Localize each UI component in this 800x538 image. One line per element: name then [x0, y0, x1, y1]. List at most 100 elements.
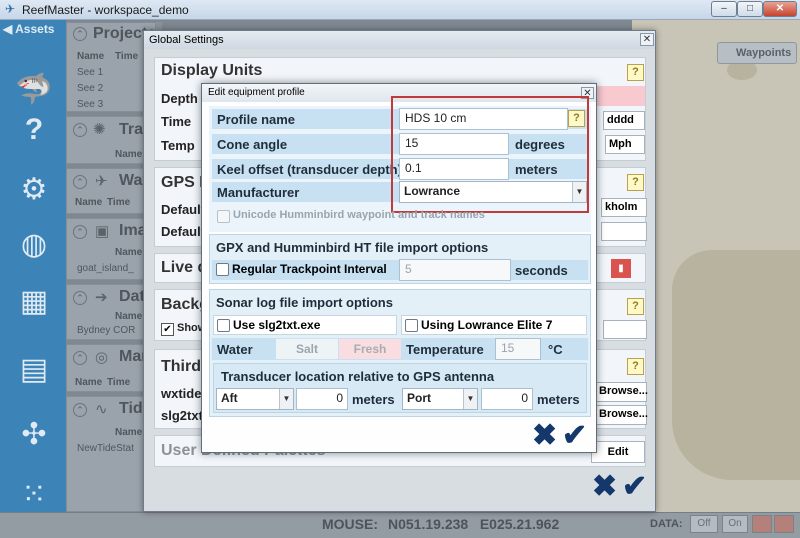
sl2txt-checkbox[interactable] — [217, 319, 230, 332]
side-distance-input[interactable]: 0 — [481, 388, 533, 410]
side-select[interactable]: Port ▼ — [402, 388, 478, 410]
collapse-icon[interactable]: ⌃ — [73, 403, 87, 417]
collapse-icon[interactable]: ⌃ — [73, 351, 87, 365]
default-select-2[interactable] — [601, 222, 647, 241]
temp-label: Temp — [161, 138, 195, 153]
sl2txt-label: Use slg2txt.exe — [233, 318, 321, 332]
dots-circle-icon[interactable]: ⁙ — [14, 475, 54, 515]
sonar-section-title: Sonar log file import options — [216, 295, 393, 310]
salt-button[interactable]: Salt — [276, 339, 338, 359]
gear-icon[interactable]: ⚙ — [14, 170, 54, 210]
data-col-name: Name — [115, 311, 143, 322]
tides-col-name: Name — [115, 427, 143, 438]
record-button[interactable] — [752, 515, 772, 533]
sl2txt-option[interactable]: Use slg2txt.exe — [213, 315, 397, 335]
projects-col-time: Time — [115, 51, 139, 62]
maximize-button[interactable]: □ — [737, 1, 763, 17]
lowrance-elite-option[interactable]: Using Lowrance Elite 7 — [401, 315, 587, 335]
time-format-field[interactable]: dddd — [603, 111, 645, 130]
tides-row[interactable]: NewTideStat — [77, 443, 134, 454]
show-checkbox[interactable]: ✔ — [161, 323, 174, 336]
gps-help-button[interactable]: ? — [627, 174, 644, 191]
temperature-input[interactable]: 15 — [495, 338, 541, 360]
third-party-help-button[interactable]: ? — [627, 358, 644, 375]
fore-aft-value: Aft — [221, 391, 238, 405]
images-col-name: Name — [115, 247, 143, 258]
projects-row[interactable]: See 3 — [77, 99, 103, 110]
marks-col-name: Name — [75, 377, 103, 388]
cone-angle-label: Cone angle — [217, 137, 288, 152]
display-units-title: Display Units — [161, 62, 263, 79]
folder-icon[interactable]: ▤ — [14, 350, 54, 390]
mouse-coordinates: N051.19.238 E025.21.962 — [388, 516, 560, 532]
highlight-box — [391, 96, 589, 213]
assets-tab[interactable]: ◀ Assets — [3, 22, 54, 36]
transducer-section-title: Transducer location relative to GPS ante… — [221, 369, 495, 384]
data-row[interactable]: Bydney COR — [77, 325, 135, 336]
waypoints-col-name: Name — [75, 197, 103, 208]
dialog-title: Edit equipment profile — [208, 87, 305, 98]
lowrance-elite-checkbox[interactable] — [405, 319, 418, 332]
display-units-help-button[interactable]: ? — [627, 64, 644, 81]
data-off-button[interactable]: Off — [690, 515, 718, 533]
collapse-icon[interactable]: ⌃ — [73, 175, 87, 189]
fresh-button[interactable]: Fresh — [339, 339, 401, 359]
timezone-select[interactable]: kholm — [601, 198, 647, 217]
live-data-toggle[interactable]: ▮ — [611, 259, 631, 278]
assets-tab-label: Assets — [15, 22, 55, 36]
waypoint-pin-icon: ✈ — [95, 173, 108, 190]
global-settings-cancel-icon[interactable]: ✖ — [592, 469, 617, 504]
fore-aft-select[interactable]: Aft ▼ — [216, 388, 294, 410]
collapse-icon[interactable]: ⌃ — [73, 27, 87, 41]
satellite-icon[interactable]: ✣ — [14, 415, 54, 455]
regular-interval-checkbox[interactable] — [216, 263, 229, 276]
help-icon[interactable]: ? — [14, 110, 54, 150]
projects-row[interactable]: See 1 — [77, 67, 103, 78]
images-row[interactable]: goat_island_ — [77, 263, 134, 274]
palettes-edit-button[interactable]: Edit — [591, 441, 645, 463]
app-title-bar: ✈ ReefMaster - workspace_demo – □ ✕ — [0, 0, 800, 20]
water-label: Water — [217, 342, 253, 357]
dialog-ok-icon[interactable]: ✔ — [562, 418, 587, 453]
global-settings-title: Global Settings — [149, 34, 224, 46]
waypoints-map-tab[interactable]: Waypoints — [717, 42, 797, 64]
sl2txt-browse-button[interactable]: Browse... — [595, 405, 648, 425]
collapse-icon[interactable]: ⌃ — [73, 123, 87, 137]
left-toolbar: 🦈 ? ⚙ ◍ ▦ ▤ ✣ ⁙ — [0, 20, 66, 512]
collapse-icon[interactable]: ⌃ — [73, 291, 87, 305]
interval-input[interactable]: 5 — [399, 259, 511, 281]
close-window-button[interactable]: ✕ — [763, 1, 797, 17]
dialog-cancel-icon[interactable]: ✖ — [532, 418, 557, 453]
globe-icon[interactable]: ◍ — [14, 225, 54, 265]
unicode-checkbox[interactable] — [217, 210, 230, 223]
app-logo-icon: ✈ — [5, 2, 16, 16]
stop-button[interactable] — [774, 515, 794, 533]
global-settings-ok-icon[interactable]: ✔ — [622, 469, 647, 504]
gps-title: GPS I — [161, 174, 204, 191]
projects-row[interactable]: See 2 — [77, 83, 103, 94]
meters-label-1: meters — [352, 392, 395, 407]
minimize-button[interactable]: – — [711, 1, 737, 17]
regular-interval-label: Regular Trackpoint Interval — [232, 262, 387, 276]
lowrance-elite-label: Using Lowrance Elite 7 — [421, 318, 553, 332]
mouse-label: MOUSE: — [322, 516, 378, 532]
waypoints-col-time: Time — [107, 197, 131, 208]
default-label-2: Default — [161, 224, 206, 239]
temp-unit-field[interactable]: Mph — [605, 135, 645, 154]
data-on-button[interactable]: On — [722, 515, 748, 533]
collapse-icon[interactable]: ⌃ — [73, 225, 87, 239]
keel-offset-label: Keel offset (transducer depth) — [217, 162, 402, 177]
background-select[interactable] — [603, 320, 647, 339]
map-view[interactable] — [632, 20, 800, 512]
global-settings-title-bar: Global Settings — [144, 31, 655, 49]
tracks-icon: ✺ — [93, 121, 106, 138]
fore-aft-distance-input[interactable]: 0 — [296, 388, 348, 410]
grid-star-icon[interactable]: ▦ — [14, 282, 54, 322]
background-help-button[interactable]: ? — [627, 298, 644, 315]
shark-icon[interactable]: 🦈 — [14, 70, 54, 110]
wxtide-browse-button[interactable]: Browse... — [595, 382, 648, 402]
equipment-profile-dialog: Edit equipment profile ✕ Profile name HD… — [201, 83, 597, 453]
manufacturer-label: Manufacturer — [217, 185, 300, 200]
meters-label-2: meters — [537, 392, 580, 407]
global-settings-close-button[interactable]: ✕ — [640, 33, 654, 46]
